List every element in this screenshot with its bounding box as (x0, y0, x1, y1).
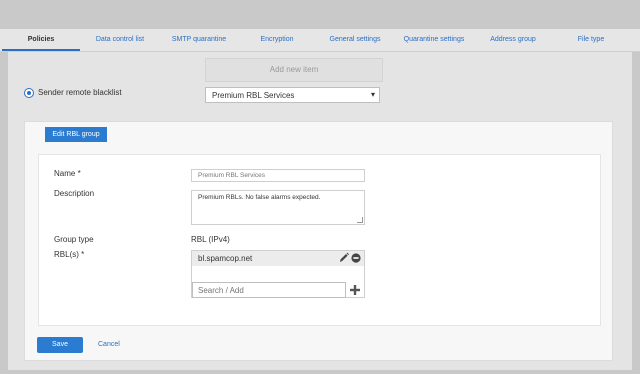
rbl-group-select[interactable]: Premium RBL Services ▾ (205, 87, 380, 103)
description-field[interactable]: Premium RBLs. No false alarms expected. (191, 190, 365, 225)
minus-circle-icon[interactable] (351, 253, 361, 263)
tab-policies[interactable]: Policies (2, 29, 80, 51)
rbl-search-input[interactable] (192, 282, 346, 298)
tab-encryption[interactable]: Encryption (246, 29, 308, 51)
cancel-button[interactable]: Cancel (98, 341, 120, 348)
sender-remote-blacklist-radio[interactable] (24, 88, 34, 98)
group-type-label: Group type (54, 235, 94, 244)
required-mark: * (81, 250, 85, 259)
rbls-label-text: RBL(s) (54, 250, 79, 259)
resize-handle-icon[interactable] (357, 217, 363, 223)
tab-data-control-list[interactable]: Data control list (84, 29, 156, 51)
tab-bar: Policies Data control list SMTP quaranti… (0, 29, 640, 52)
tab-smtp-quarantine[interactable]: SMTP quarantine (164, 29, 234, 51)
plus-icon[interactable] (349, 284, 361, 296)
rbl-group-select-value: Premium RBL Services (212, 91, 295, 100)
description-label: Description (54, 189, 95, 198)
tab-quarantine-settings[interactable]: Quarantine settings (398, 29, 470, 51)
rbls-label: RBL(s) * (54, 250, 84, 259)
required-mark: * (77, 169, 81, 178)
save-button[interactable]: Save (37, 337, 83, 353)
add-new-item-button[interactable]: Add new item (205, 58, 383, 82)
chevron-down-icon: ▾ (370, 90, 375, 99)
pencil-icon[interactable] (339, 252, 349, 264)
rbl-item-text: bl.spamcop.net (198, 254, 253, 263)
tab-general-settings[interactable]: General settings (320, 29, 390, 51)
sender-remote-blacklist-label: Sender remote blacklist (38, 88, 122, 97)
tab-file-type[interactable]: File type (560, 29, 622, 51)
tab-address-group[interactable]: Address group (480, 29, 546, 51)
list-item: bl.spamcop.net (192, 251, 364, 266)
group-type-value: RBL (IPv4) (191, 235, 230, 244)
description-value: Premium RBLs. No false alarms expected. (198, 194, 321, 201)
name-label-text: Name (54, 169, 76, 178)
name-field[interactable] (191, 169, 365, 182)
edit-rbl-group-button[interactable]: Edit RBL group (45, 127, 107, 142)
radio-selected-dot (27, 91, 31, 95)
name-label: Name * (54, 169, 81, 178)
